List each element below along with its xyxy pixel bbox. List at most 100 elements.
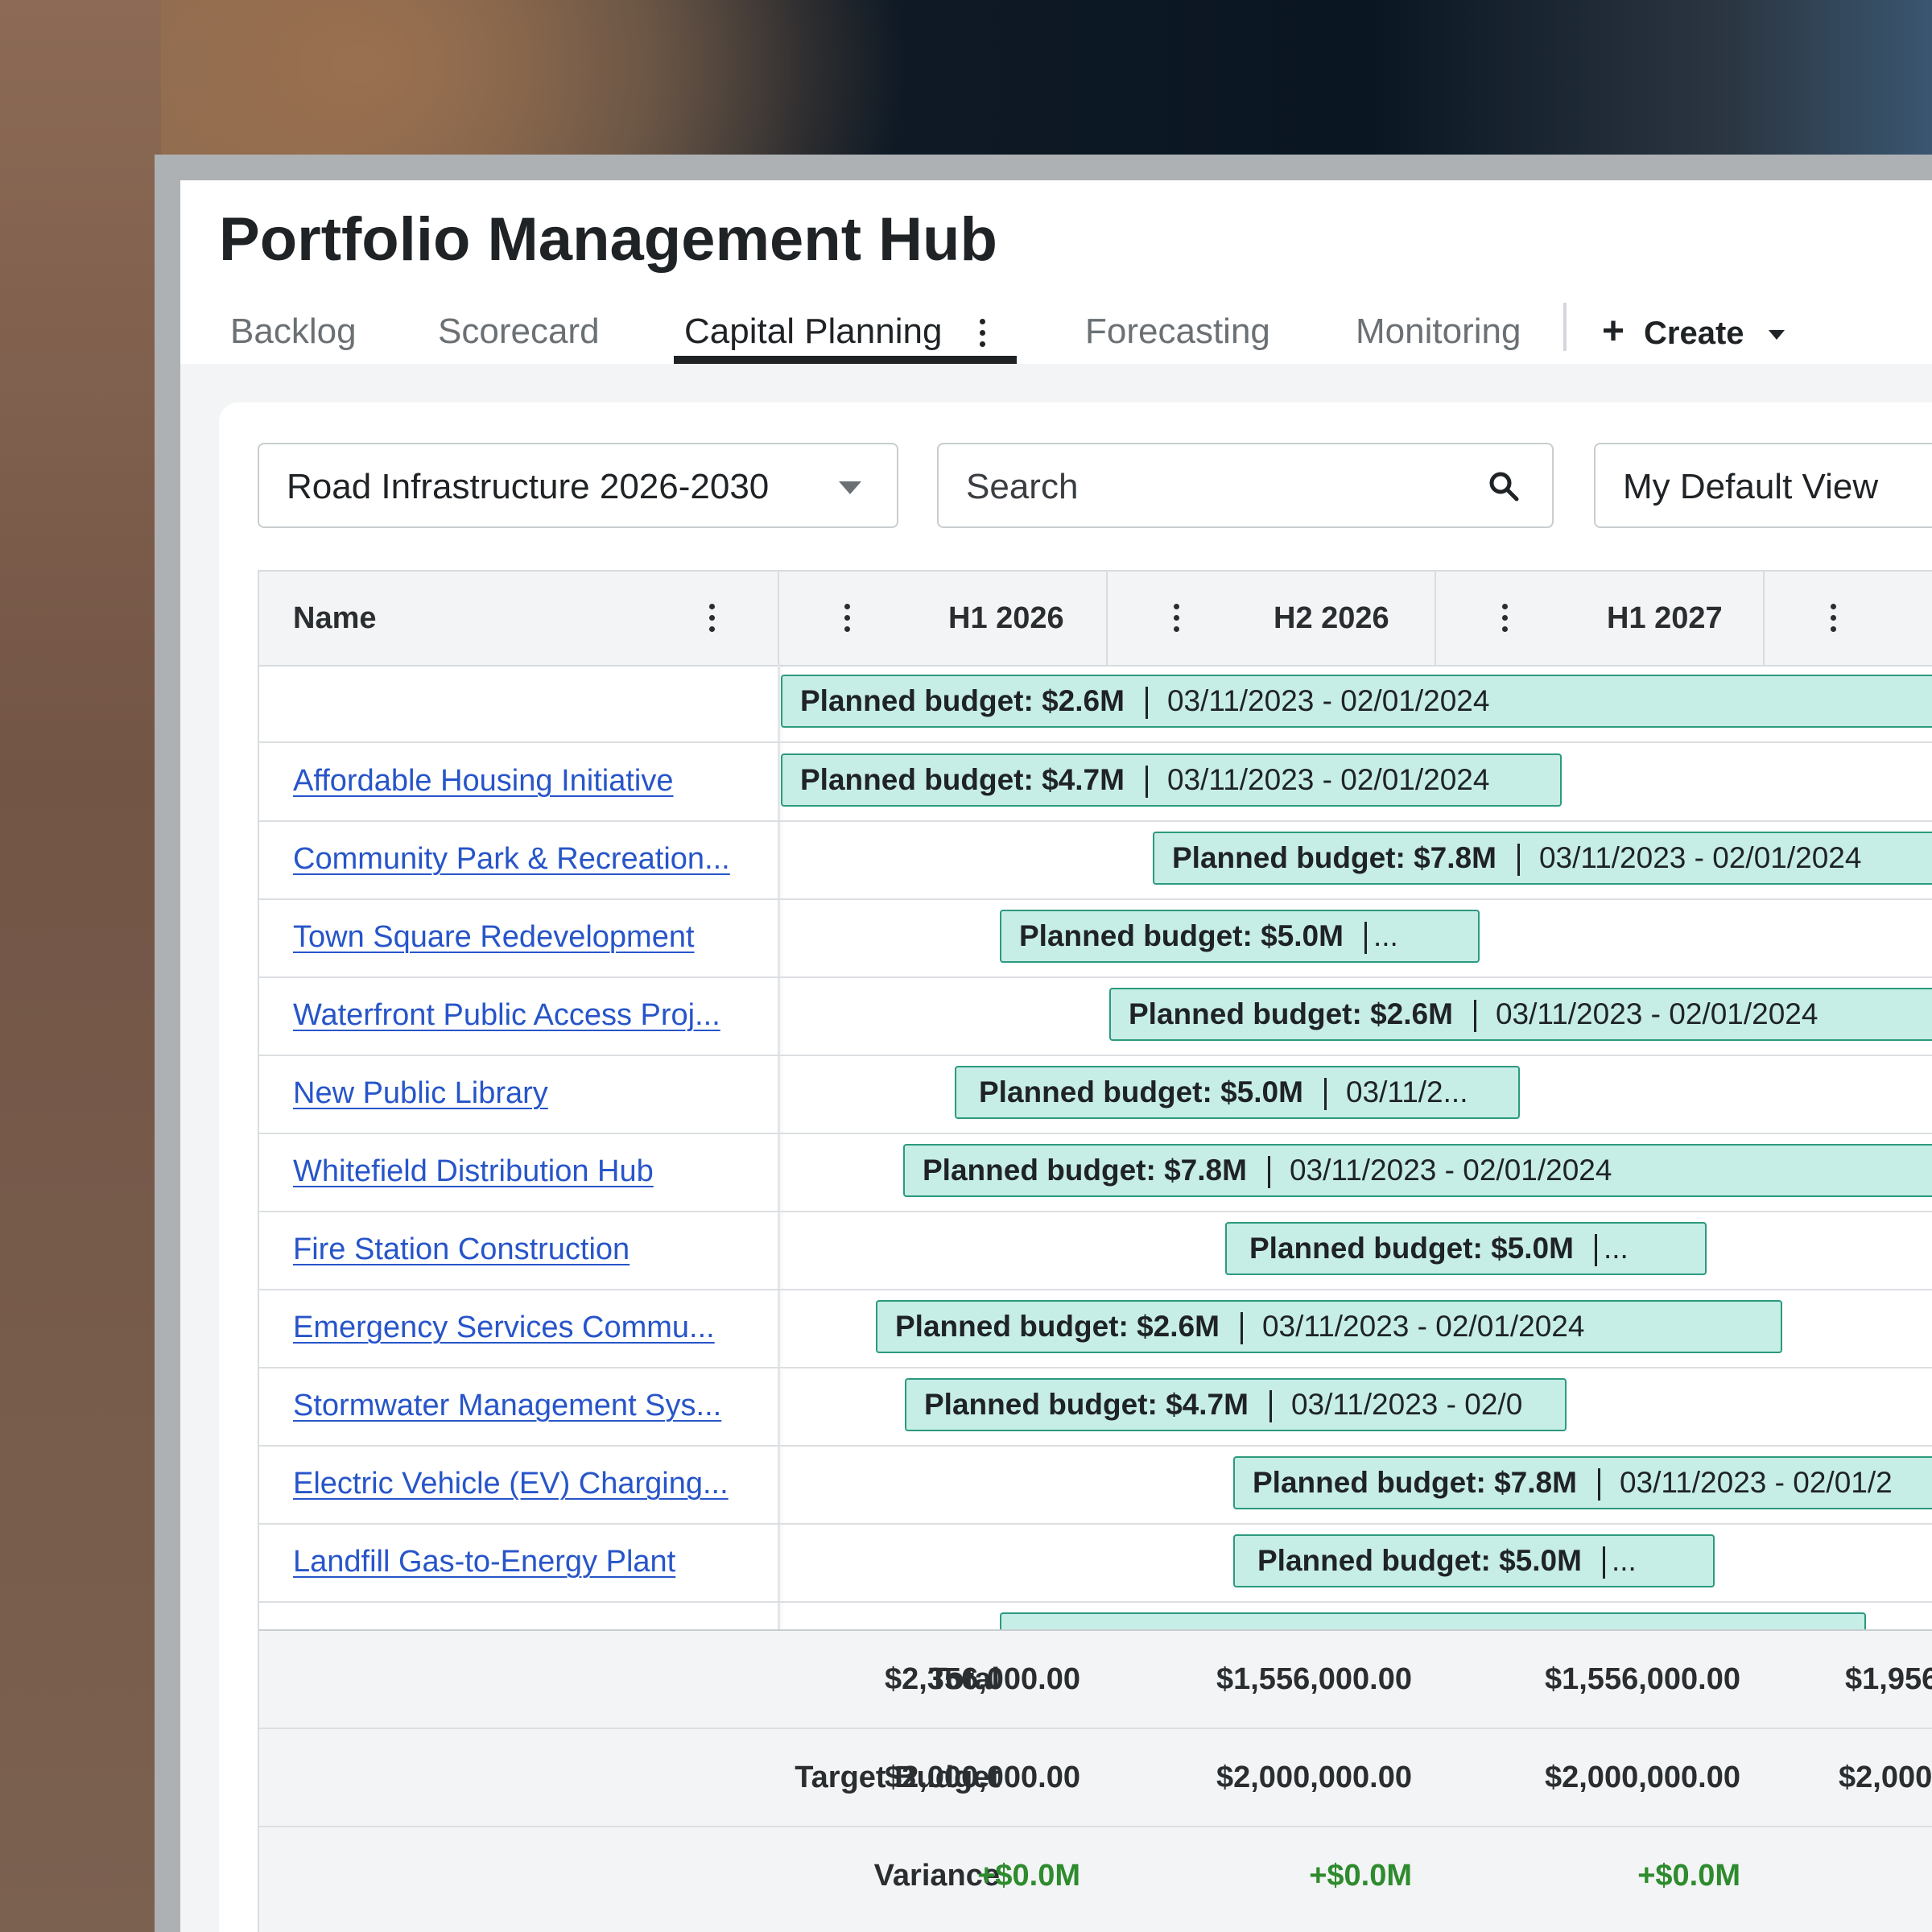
portfolio-select[interactable]: Road Infrastructure 2026-2030 (258, 443, 898, 528)
bar-dates: 03/11/2023 - 02/0 (1290, 1388, 1523, 1421)
tab-capital-planning-label: Capital Planning (684, 312, 943, 351)
summary-value: $2,000 (1839, 1761, 1932, 1794)
summary-value: $1,556,000.00 (1544, 1662, 1740, 1696)
tab-monitoring[interactable]: Monitoring (1356, 299, 1521, 364)
budget-bar[interactable]: Planned budget: $2.6M 03/11/2023 - 02/01/… (876, 1300, 1782, 1353)
search-placeholder: Search (966, 467, 1079, 506)
table-row: Waterfront Public Access Proj... Planned… (259, 976, 1932, 1056)
project-link[interactable]: Stormwater Management Sys... (293, 1367, 721, 1445)
budget-bar[interactable]: Planned budget: $2.6M 03/11/2023 - 02/01/… (781, 675, 1932, 728)
table-row: Whitefield Distribution Hub Planned budg… (259, 1133, 1932, 1212)
table-row: Affordable Housing Initiative Planned bu… (259, 742, 1932, 822)
bar-dates: 03/11/2023 - 02/01/2 (1619, 1466, 1893, 1499)
budget-bar[interactable]: Planned budget: $5.0M 03/11/2... (955, 1066, 1520, 1119)
project-link[interactable]: Fire Station Construction (293, 1211, 630, 1289)
project-link[interactable]: Emergency Services Commu... (293, 1289, 715, 1367)
column-menu-icon[interactable] (843, 602, 851, 634)
project-link[interactable]: Community Park & Recreation... (293, 820, 730, 898)
summary-row-variance: Variance +$0.0M +$0.0M +$0.0M (259, 1827, 1932, 1924)
create-label: Create (1644, 316, 1744, 351)
view-select[interactable]: My Default View (1594, 443, 1932, 528)
budget-bar[interactable]: Planned budget: $5.0M... (1225, 1222, 1707, 1275)
portfolio-select-value: Road Infrastructure 2026-2030 (287, 467, 770, 506)
bar-dates: ... (1611, 1544, 1637, 1577)
bar-budget: Planned budget: $5.0M (1019, 919, 1344, 952)
budget-bar[interactable]: Planned budget: $2.6M 03/11/2023 - 02/01/… (1109, 988, 1932, 1041)
table-row: Town Square Redevelopment Planned budget… (259, 898, 1932, 978)
summary-row-target: Target Budget $2,000,000.00 $2,000,000.0… (259, 1729, 1932, 1827)
summary-row-total: Total $2,356,000.00 $1,556,000.00 $1,556… (259, 1631, 1932, 1729)
bar-budget: Planned budget: $7.8M (923, 1154, 1247, 1187)
column-divider (1106, 572, 1108, 665)
summary-value: $1,956 (1845, 1662, 1932, 1696)
view-select-value: My Default View (1623, 467, 1879, 506)
bar-budget: Planned budget: $5.0M (1257, 1544, 1582, 1577)
tab-scorecard[interactable]: Scorecard (438, 299, 600, 364)
table-row: Community Park & Recreation... Planned b… (259, 820, 1932, 900)
table-row: Landfill Gas-to-Energy Plant Planned bud… (259, 1523, 1932, 1603)
column-header-h1-2026[interactable]: H1 2026 (948, 572, 1064, 665)
bar-budget: Planned budget: $5.0M (1249, 1232, 1574, 1265)
column-header-h1-2027[interactable]: H1 2027 (1607, 572, 1723, 665)
budget-bar[interactable]: Planned budget: $7.8M 03/11/2023 - 02/01/… (903, 1144, 1932, 1197)
bar-dates: 03/11/2023 - 02/01/2024 (1538, 841, 1862, 874)
project-link[interactable]: Waterfront Public Access Proj... (293, 976, 720, 1055)
budget-bar[interactable]: Planned budget: $5.0M... (1000, 910, 1480, 963)
search-input[interactable]: Search (937, 443, 1554, 528)
summary-value: $2,356,000.00 (884, 1662, 1080, 1696)
tab-backlog[interactable]: Backlog (230, 299, 357, 364)
caret-down-icon (1768, 330, 1785, 341)
budget-bar[interactable]: Planned budget: $5.0M... (1233, 1534, 1715, 1587)
project-link[interactable]: Affordable Housing Initiative (293, 742, 673, 820)
budget-bar[interactable]: Planned budget: $4.7M 03/11/2023 - 02/01/… (781, 753, 1562, 807)
app-window: Portfolio Management Hub Backlog Scoreca… (180, 180, 1932, 1932)
summary-value: $2,000,000.00 (884, 1761, 1080, 1794)
summary-value: +$0.0M (1309, 1859, 1412, 1893)
bar-budget: Planned budget: $2.6M (1129, 997, 1453, 1030)
summary-value: +$0.0M (1637, 1859, 1740, 1893)
table-row: Emergency Services Commu... Planned budg… (259, 1289, 1932, 1368)
budget-bar[interactable]: Planned budget: $7.8M 03/11/2023 - 02/01/… (1233, 1456, 1932, 1509)
bar-budget: Planned budget: $7.8M (1253, 1466, 1577, 1499)
summary-value: $2,000,000.00 (1216, 1761, 1412, 1794)
column-header-name[interactable]: Name (293, 572, 377, 665)
tab-options-icon[interactable] (978, 317, 986, 349)
bar-budget: Planned budget: $2.6M (895, 1310, 1220, 1343)
caret-down-icon (839, 481, 861, 494)
background-left (0, 0, 161, 1932)
tab-capital-planning[interactable]: Capital Planning (684, 299, 986, 364)
column-header-h2-2026[interactable]: H2 2026 (1274, 572, 1389, 665)
column-menu-icon[interactable] (708, 602, 716, 634)
tab-forecasting[interactable]: Forecasting (1085, 299, 1270, 364)
planning-card: Road Infrastructure 2026-2030 Search My … (219, 402, 1932, 1932)
column-menu-icon[interactable] (1829, 602, 1837, 634)
search-icon[interactable] (1488, 470, 1520, 502)
create-button[interactable]: + Create (1602, 299, 1785, 364)
plus-icon: + (1602, 310, 1625, 353)
bar-dates: ... (1603, 1232, 1629, 1265)
tab-divider (1563, 303, 1567, 351)
bar-dates: 03/11/2023 - 02/01/2024 (1495, 997, 1818, 1030)
project-link[interactable]: Landfill Gas-to-Energy Plant (293, 1523, 675, 1601)
column-divider (1763, 572, 1765, 665)
project-link[interactable]: Whitefield Distribution Hub (293, 1133, 654, 1211)
bar-budget: Planned budget: $2.6M (800, 684, 1125, 717)
column-divider (778, 572, 779, 665)
column-menu-icon[interactable] (1172, 602, 1180, 634)
budget-bar[interactable]: Planned budget: $4.7M 03/11/2023 - 02/0 (905, 1378, 1567, 1431)
gantt-grid: Name H1 2026 H2 2026 H1 2027 Planned bud… (258, 570, 1932, 1932)
project-link[interactable]: Town Square Redevelopment (293, 898, 695, 976)
budget-bar[interactable]: Planned budget: $7.8M 03/11/2023 - 02/01/… (1153, 832, 1932, 885)
project-link[interactable]: New Public Library (293, 1055, 548, 1133)
bar-budget: Planned budget: $5.0M (979, 1075, 1303, 1108)
bar-dates: 03/11/2023 - 02/01/2024 (1166, 684, 1490, 717)
bar-budget: Planned budget: $4.7M (800, 763, 1125, 796)
column-menu-icon[interactable] (1501, 602, 1509, 634)
project-link[interactable]: Electric Vehicle (EV) Charging... (293, 1445, 729, 1523)
bar-budget: Planned budget: $4.7M (924, 1388, 1249, 1421)
bar-budget: Planned budget: $7.8M (1172, 841, 1496, 874)
summary-footer: Total $2,356,000.00 $1,556,000.00 $1,556… (259, 1629, 1932, 1932)
bar-dates: 03/11/2023 - 02/01/2024 (1289, 1154, 1612, 1187)
column-divider (1435, 572, 1436, 665)
content-area: Road Infrastructure 2026-2030 Search My … (180, 364, 1932, 1932)
